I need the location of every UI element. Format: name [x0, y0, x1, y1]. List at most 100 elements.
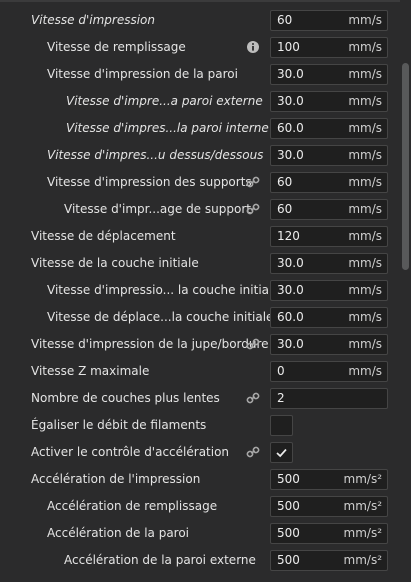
setting-row: Vitesse Z maximale 0 mm/s — [0, 358, 400, 385]
setting-unit: mm/s² — [343, 472, 382, 486]
setting-value: 60 — [277, 13, 293, 27]
setting-row: Vitesse d'impr...age de support 60 mm/s — [0, 196, 400, 223]
link-icon[interactable] — [246, 337, 260, 351]
setting-input[interactable]: 30.0 mm/s — [270, 253, 388, 274]
setting-label: Activer le contrôle d'accélération — [31, 445, 230, 459]
setting-unit: mm/s — [348, 283, 382, 297]
link-icon[interactable] — [246, 175, 260, 189]
setting-row: Égaliser le débit de filaments — [0, 412, 400, 439]
setting-row: Accélération de l'impression 500 mm/s² — [0, 466, 400, 493]
check-icon — [276, 448, 287, 458]
setting-input[interactable]: 30.0 mm/s — [270, 91, 388, 112]
setting-input[interactable]: 60 mm/s — [270, 199, 388, 220]
setting-checkbox[interactable] — [270, 442, 293, 463]
setting-value: 30.0 — [277, 94, 304, 108]
setting-value: 500 — [277, 526, 300, 540]
setting-value: 30.0 — [277, 256, 304, 270]
setting-row: Vitesse de la couche initiale 30.0 mm/s — [0, 250, 400, 277]
setting-row: Vitesse d'impres...u dessus/dessous 30.0 m… — [0, 142, 400, 169]
setting-unit: mm/s — [348, 310, 382, 324]
setting-value: 500 — [277, 553, 300, 567]
setting-label: Vitesse de déplacement — [31, 229, 176, 243]
setting-unit: mm/s — [348, 337, 382, 351]
setting-label: Vitesse d'impres...la paroi interne — [66, 121, 269, 135]
setting-input[interactable]: 30.0 mm/s — [270, 64, 388, 85]
setting-value: 2 — [277, 391, 285, 405]
setting-value: 30.0 — [277, 283, 304, 297]
setting-unit: mm/s — [348, 256, 382, 270]
setting-label: Vitesse Z maximale — [31, 364, 150, 378]
setting-label: Vitesse d'impres...u dessus/dessous — [47, 148, 264, 162]
setting-label: Accélération de remplissage — [47, 499, 218, 513]
setting-input[interactable]: 500 mm/s² — [270, 496, 388, 517]
setting-input[interactable]: 0 mm/s — [270, 361, 388, 382]
scrollbar-thumb[interactable] — [402, 63, 409, 270]
setting-value: 30.0 — [277, 148, 304, 162]
setting-label: Égaliser le débit de filaments — [31, 418, 207, 432]
link-icon[interactable] — [246, 445, 260, 459]
setting-row: Accélération de la paroi externe 500 mm/s² — [0, 547, 400, 574]
setting-input[interactable]: 60.0 mm/s — [270, 118, 388, 139]
setting-label: Vitesse d'impr...age de support — [64, 202, 251, 216]
setting-label: Vitesse d'impre...a paroi externe — [66, 94, 263, 108]
setting-row: Vitesse d'impressio... la couche initial… — [0, 277, 400, 304]
setting-unit: mm/s — [348, 94, 382, 108]
setting-unit: mm/s² — [343, 526, 382, 540]
setting-row: Vitesse de remplissage 100 mm/s — [0, 34, 400, 61]
setting-label: Vitesse d'impression — [31, 13, 155, 27]
setting-input[interactable]: 500 mm/s² — [270, 523, 388, 544]
setting-row: Vitesse de déplacement 120 mm/s — [0, 223, 400, 250]
setting-unit: mm/s — [348, 40, 382, 54]
setting-value: 500 — [277, 499, 300, 513]
setting-row: Activer le contrôle d'accélération — [0, 439, 400, 466]
setting-label: Nombre de couches plus lentes — [31, 391, 220, 405]
setting-label: Vitesse d'impression de la jupe/bordure — [31, 337, 269, 351]
link-icon[interactable] — [246, 202, 260, 216]
setting-row: Vitesse de déplace...la couche initiale 6… — [0, 304, 400, 331]
setting-unit: mm/s — [348, 13, 382, 27]
setting-unit: mm/s — [348, 148, 382, 162]
setting-row: Accélération de la paroi 500 mm/s² — [0, 520, 400, 547]
setting-value: 120 — [277, 229, 300, 243]
setting-row: Accélération de remplissage 500 mm/s² — [0, 493, 400, 520]
setting-label: Vitesse de déplace...la couche initiale — [47, 310, 274, 324]
setting-input[interactable]: 60.0 mm/s — [270, 307, 388, 328]
setting-unit: mm/s — [348, 121, 382, 135]
setting-label: Accélération de la paroi — [47, 526, 190, 540]
setting-value: 60 — [277, 202, 293, 216]
setting-unit: mm/s — [348, 175, 382, 189]
setting-label: Vitesse d'impression de la paroi — [47, 67, 238, 81]
setting-input[interactable]: 30.0 mm/s — [270, 334, 388, 355]
setting-row: Vitesse d'impression 60 mm/s — [0, 7, 400, 34]
setting-row: Vitesse d'impres...la paroi interne 60.0 m… — [0, 115, 400, 142]
setting-unit: mm/s² — [343, 553, 382, 567]
setting-row: Nombre de couches plus lentes 2 — [0, 385, 400, 412]
setting-unit: mm/s — [348, 202, 382, 216]
setting-input[interactable]: 500 mm/s² — [270, 469, 388, 490]
setting-input[interactable]: 500 mm/s² — [270, 550, 388, 571]
setting-value: 60 — [277, 175, 293, 189]
setting-input[interactable]: 100 mm/s — [270, 37, 388, 58]
setting-input[interactable]: 30.0 mm/s — [270, 280, 388, 301]
link-icon[interactable] — [246, 391, 260, 405]
setting-value: 500 — [277, 472, 300, 486]
setting-input[interactable]: 60 mm/s — [270, 10, 388, 31]
setting-value: 100 — [277, 40, 300, 54]
setting-checkbox[interactable] — [270, 415, 293, 436]
setting-input[interactable]: 2 — [270, 388, 388, 409]
setting-unit: mm/s — [348, 67, 382, 81]
setting-row: Vitesse d'impression de la paroi 30.0 mm/s — [0, 61, 400, 88]
setting-input[interactable]: 30.0 mm/s — [270, 145, 388, 166]
setting-unit: mm/s — [348, 229, 382, 243]
setting-unit: mm/s — [348, 364, 382, 378]
setting-input[interactable]: 60 mm/s — [270, 172, 388, 193]
setting-label: Vitesse de remplissage — [47, 40, 186, 54]
setting-input[interactable]: 120 mm/s — [270, 226, 388, 247]
setting-row: Vitesse d'impression des supports 60 mm/s — [0, 169, 400, 196]
setting-label: Accélération de la paroi externe — [64, 553, 256, 567]
setting-unit: mm/s² — [343, 499, 382, 513]
setting-row: Vitesse d'impre...a paroi externe 30.0 mm/… — [0, 88, 400, 115]
setting-value: 60.0 — [277, 310, 304, 324]
setting-value: 0 — [277, 364, 285, 378]
info-icon[interactable] — [246, 40, 260, 54]
